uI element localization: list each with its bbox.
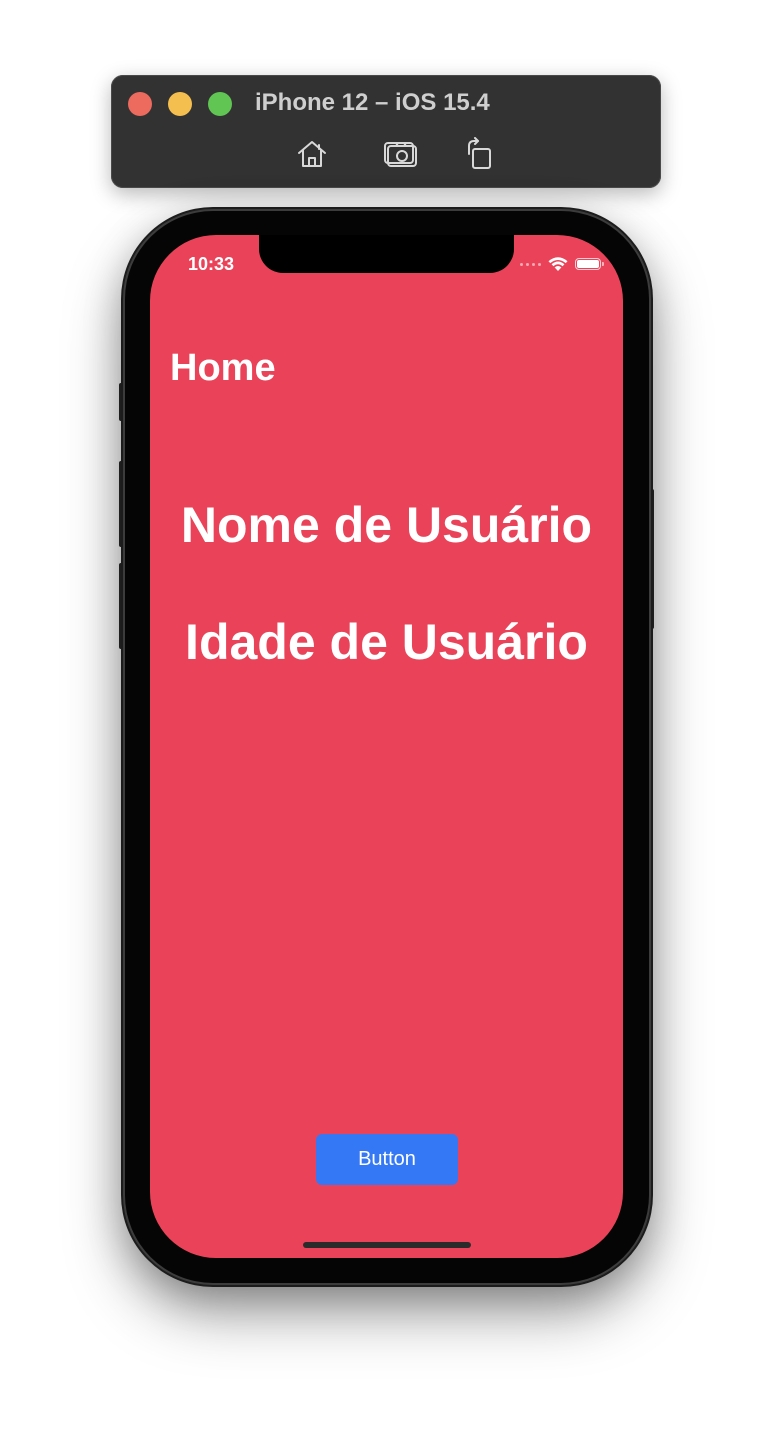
status-bar-time: 10:33	[188, 254, 235, 274]
app-screen: 10:33 Home Nome de Usuário Idade de Usuá…	[150, 235, 623, 1258]
navigation-title: Home	[170, 347, 276, 389]
simulator-title: iPhone 12 – iOS 15.4	[255, 89, 490, 116]
rotate-icon[interactable]	[462, 137, 498, 171]
simulator-stage: iPhone 12 – iOS 15.4 10:33 Home Nome de …	[0, 0, 772, 1434]
minimize-window-button[interactable]	[168, 92, 192, 116]
battery-icon	[575, 258, 604, 270]
simulator-title-bar: iPhone 12 – iOS 15.4	[111, 75, 661, 188]
cellular-dots-icon	[520, 262, 541, 266]
battery-level	[577, 260, 599, 268]
status-bar-icons	[520, 255, 604, 273]
zoom-window-button[interactable]	[208, 92, 232, 116]
notch	[259, 235, 514, 273]
user-age-label: Idade de Usuário	[185, 614, 588, 670]
home-icon[interactable]	[294, 137, 330, 171]
screenshot-icon[interactable]	[382, 137, 418, 171]
primary-button[interactable]: Button	[316, 1134, 458, 1185]
wifi-icon	[547, 256, 569, 272]
home-indicator	[303, 1242, 471, 1248]
close-window-button[interactable]	[128, 92, 152, 116]
user-name-label: Nome de Usuário	[180, 497, 593, 553]
